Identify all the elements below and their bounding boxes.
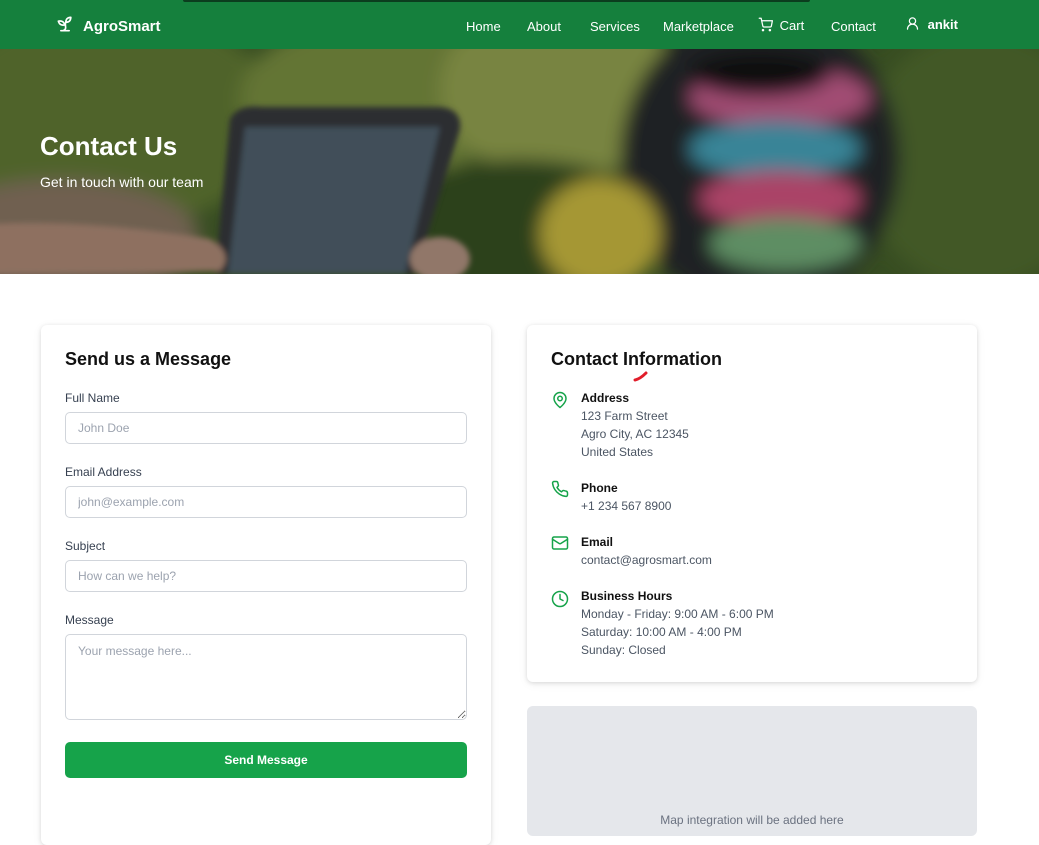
- map-pin-icon: [551, 391, 569, 409]
- clock-icon: [551, 590, 569, 608]
- cart-icon: [758, 17, 773, 32]
- message-label: Message: [65, 613, 114, 627]
- address-label: Address: [581, 391, 630, 405]
- red-annotation-mark: [633, 371, 648, 382]
- brand-logo[interactable]: AgroSmart: [55, 14, 161, 39]
- phone-number: +1 234 567 8900: [581, 499, 672, 513]
- message-textarea[interactable]: [65, 634, 467, 720]
- email-address: contact@agrosmart.com: [581, 553, 712, 567]
- mail-icon: [551, 534, 569, 552]
- subject-label: Subject: [65, 539, 106, 553]
- nav-contact[interactable]: Contact: [831, 19, 876, 34]
- hours-sunday: Sunday: Closed: [581, 643, 666, 657]
- info-title: Contact Information: [551, 349, 722, 369]
- nav-services[interactable]: Services: [590, 19, 640, 34]
- nav-cart[interactable]: Cart: [758, 17, 804, 33]
- page-title: Contact Us: [40, 131, 178, 161]
- message-form-card: Send us a Message Full Name Email Addres…: [41, 325, 491, 845]
- page-subtitle: Get in touch with our team: [40, 174, 204, 190]
- map-placeholder-text: Map integration will be added here: [660, 813, 844, 827]
- nav-marketplace[interactable]: Marketplace: [663, 19, 734, 34]
- hero-banner: Contact Us Get in touch with our team: [0, 49, 1039, 274]
- navbar: AgroSmart Home About Services Marketplac…: [0, 0, 1039, 49]
- hours-saturday: Saturday: 10:00 AM - 4:00 PM: [581, 625, 742, 639]
- user-icon: [906, 17, 919, 30]
- window-edge-divider: [183, 0, 810, 2]
- full-name-label: Full Name: [65, 391, 120, 405]
- nav-about[interactable]: About: [527, 19, 561, 34]
- full-name-input[interactable]: [65, 412, 467, 444]
- phone-label: Phone: [581, 481, 618, 495]
- subject-input[interactable]: [65, 560, 467, 592]
- address-line-2: Agro City, AC 12345: [581, 427, 689, 441]
- business-hours-label: Business Hours: [581, 589, 673, 603]
- user-menu[interactable]: ankit: [905, 16, 958, 32]
- sprout-icon: [55, 14, 75, 39]
- email-info-label: Email: [581, 535, 614, 549]
- hours-weekdays: Monday - Friday: 9:00 AM - 6:00 PM: [581, 607, 774, 621]
- send-message-button[interactable]: Send Message: [65, 742, 467, 778]
- nav-home[interactable]: Home: [466, 19, 501, 34]
- user-name: ankit: [927, 17, 958, 32]
- address-line-1: 123 Farm Street: [581, 409, 668, 423]
- form-title: Send us a Message: [65, 349, 232, 369]
- phone-icon: [551, 480, 569, 498]
- map-placeholder: Map integration will be added here: [527, 706, 977, 836]
- brand-name: AgroSmart: [83, 18, 161, 35]
- contact-info-card: Contact Information Address 123 Farm Str…: [527, 325, 977, 682]
- email-label: Email Address: [65, 465, 142, 479]
- address-line-3: United States: [581, 445, 654, 459]
- nav-cart-label: Cart: [779, 18, 805, 33]
- email-input[interactable]: [65, 486, 467, 518]
